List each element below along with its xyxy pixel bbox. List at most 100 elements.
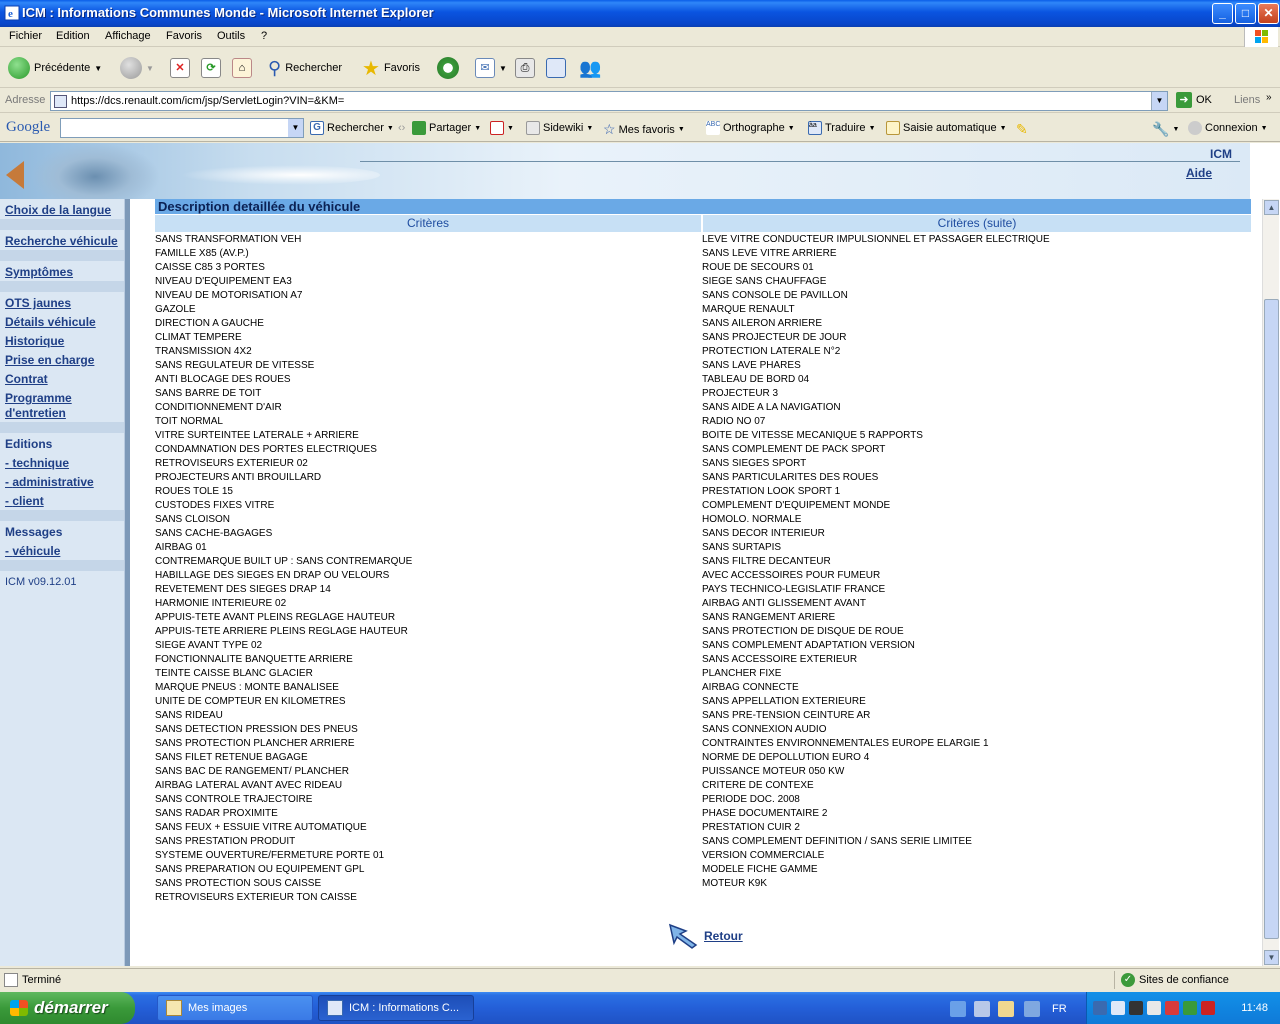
popup-blocker-button[interactable]: ▼ bbox=[490, 121, 514, 135]
minimize-button[interactable]: _ bbox=[1212, 3, 1233, 24]
tray-icon[interactable] bbox=[1129, 1001, 1143, 1015]
back-button[interactable]: Précédente ▼ bbox=[8, 56, 102, 80]
start-label: démarrer bbox=[34, 998, 108, 1017]
links-toolbar[interactable]: Liens bbox=[1234, 94, 1260, 106]
ati-icon[interactable] bbox=[1201, 1001, 1215, 1015]
settings-button[interactable]: 🔧 ▼ bbox=[1152, 121, 1179, 138]
antivirus-icon[interactable] bbox=[1165, 1001, 1179, 1015]
criteria-item: SANS RADAR PROXIMITE bbox=[155, 808, 278, 819]
toolbar-separator: ‹› bbox=[398, 122, 406, 134]
sidebar-item-vehicle-details[interactable]: Détails véhicule bbox=[5, 315, 96, 330]
tray-icon[interactable] bbox=[1111, 1001, 1125, 1015]
sidebar-item-maintenance[interactable]: Programme d'entretien bbox=[5, 391, 72, 421]
bookmarks-button[interactable]: ☆ Mes favoris ▼ bbox=[603, 121, 685, 138]
criteria-item: SANS DECOR INTERIEUR bbox=[702, 528, 825, 539]
menu-edition[interactable]: Edition bbox=[56, 30, 90, 42]
quicklaunch-icon[interactable] bbox=[974, 1001, 990, 1017]
criteria-item: VERSION COMMERCIALE bbox=[702, 850, 825, 861]
criteria-item: HOMOLO. NORMALE bbox=[702, 514, 802, 525]
maximize-button[interactable]: □ bbox=[1235, 3, 1256, 24]
sidebar-item-administrative[interactable]: - administrative bbox=[5, 475, 94, 490]
criteria-item: RETROVISEURS EXTERIEUR 02 bbox=[155, 458, 308, 469]
print-button[interactable]: ⎙ bbox=[515, 56, 535, 80]
refresh-button[interactable]: ⟳ bbox=[201, 56, 221, 80]
network-icon[interactable] bbox=[1093, 1001, 1107, 1015]
sidebar-item-contract[interactable]: Contrat bbox=[5, 372, 48, 387]
spellcheck-button[interactable]: ABC Orthographe ▼ bbox=[706, 121, 795, 135]
back-arrow-icon[interactable] bbox=[6, 161, 24, 189]
forward-button[interactable]: ▼ bbox=[120, 56, 154, 80]
wrench-icon: 🔧 bbox=[1152, 121, 1170, 137]
security-zone[interactable]: ✓ Sites de confiance bbox=[1114, 971, 1278, 989]
chevron-down-icon[interactable]: ▼ bbox=[1151, 92, 1167, 110]
criteria-item: PROJECTEURS ANTI BROUILLARD bbox=[155, 472, 322, 483]
share-label: Partager bbox=[429, 122, 472, 134]
menu-fichier[interactable]: Fichier bbox=[9, 30, 42, 42]
edit-button[interactable] bbox=[546, 56, 566, 80]
tray-icon[interactable] bbox=[1183, 1001, 1197, 1015]
sidewiki-button[interactable]: Sidewiki ▼ bbox=[526, 121, 593, 135]
sidebar-divider bbox=[0, 250, 124, 261]
share-button[interactable]: Partager ▼ bbox=[412, 121, 481, 135]
menu-affichage[interactable]: Affichage bbox=[105, 30, 151, 42]
sidebar-item-symptoms[interactable]: Symptômes bbox=[5, 265, 73, 280]
sidebar-item-technique[interactable]: - technique bbox=[5, 456, 69, 471]
highlight-button[interactable]: ✎ bbox=[1016, 121, 1028, 138]
google-search-button[interactable]: G Rechercher ▼ bbox=[310, 121, 394, 135]
sidebar-item-vehicle-search[interactable]: Recherche véhicule bbox=[5, 234, 118, 249]
sidebar-item-label: administrative bbox=[12, 475, 94, 489]
menu-outils[interactable]: Outils bbox=[217, 30, 245, 42]
sidebar-item-client[interactable]: - client bbox=[5, 494, 44, 509]
chevron-down-icon: ▼ bbox=[146, 63, 154, 73]
popup-blocker-icon bbox=[490, 121, 504, 135]
volume-icon[interactable] bbox=[1147, 1001, 1161, 1015]
messenger-button[interactable]: 👥 bbox=[579, 56, 601, 80]
language-indicator[interactable]: FR bbox=[1052, 1003, 1067, 1015]
sidebar-item-coverage[interactable]: Prise en charge bbox=[5, 353, 94, 368]
quicklaunch-icon[interactable] bbox=[950, 1001, 966, 1017]
criteria-item: FAMILLE X85 (AV.P.) bbox=[155, 248, 249, 259]
scroll-down-icon[interactable]: ▼ bbox=[1264, 950, 1279, 965]
history-button[interactable] bbox=[437, 56, 459, 80]
sign-in-button[interactable]: Connexion ▼ bbox=[1188, 121, 1268, 135]
mail-button[interactable]: ✉ ▼ bbox=[475, 56, 507, 80]
web-page: ICM Aide Choix de la langue Recherche vé… bbox=[0, 143, 1280, 966]
scroll-up-icon[interactable]: ▲ bbox=[1264, 200, 1279, 215]
chevron-right-icon[interactable]: » bbox=[1266, 92, 1272, 103]
autofill-label: Saisie automatique bbox=[903, 122, 997, 134]
help-link[interactable]: Aide bbox=[1186, 166, 1212, 180]
quicklaunch-icon[interactable] bbox=[1024, 1001, 1040, 1017]
stop-button[interactable]: ✕ bbox=[170, 56, 190, 80]
address-input[interactable]: https://dcs.renault.com/icm/jsp/ServletL… bbox=[50, 91, 1168, 111]
search-button[interactable]: ⚲ Rechercher bbox=[268, 56, 342, 80]
sidebar-item-vehicle-messages[interactable]: - véhicule bbox=[5, 544, 60, 559]
taskbar-item-images[interactable]: Mes images bbox=[157, 995, 313, 1021]
sidebar-item-language[interactable]: Choix de la langue bbox=[5, 203, 111, 218]
scroll-thumb[interactable] bbox=[1264, 299, 1279, 939]
chevron-down-icon[interactable]: ▼ bbox=[288, 119, 303, 137]
criteria-item: HABILLAGE DES SIEGES EN DRAP OU VELOURS bbox=[155, 570, 390, 581]
taskbar-item-icm[interactable]: ICM : Informations C... bbox=[318, 995, 474, 1021]
home-button[interactable]: ⌂ bbox=[232, 56, 252, 80]
start-button[interactable]: démarrer bbox=[0, 992, 135, 1024]
menu-favoris[interactable]: Favoris bbox=[166, 30, 202, 42]
google-search-input[interactable]: ▼ bbox=[60, 118, 304, 138]
go-button[interactable]: ➜ OK bbox=[1176, 92, 1212, 108]
banner-decoration bbox=[30, 143, 160, 199]
translate-label: Traduire bbox=[825, 122, 866, 134]
menu-help[interactable]: ? bbox=[261, 30, 267, 42]
autofill-button[interactable]: Saisie automatique ▼ bbox=[886, 121, 1007, 135]
criteria-item: SANS RIDEAU bbox=[155, 710, 223, 721]
sidebar-item-ots[interactable]: OTS jaunes bbox=[5, 296, 71, 311]
translate-button[interactable]: àa Traduire ▼ bbox=[808, 121, 876, 135]
vertical-scrollbar[interactable]: ▲ ▼ bbox=[1262, 199, 1279, 966]
criteria-item: NIVEAU DE MOTORISATION A7 bbox=[155, 290, 303, 301]
quicklaunch-icon[interactable] bbox=[998, 1001, 1014, 1017]
back-link[interactable]: Retour bbox=[668, 923, 743, 949]
criteria-item: SANS PROTECTION PLANCHER ARRIERE bbox=[155, 738, 355, 749]
chevron-down-icon: ▼ bbox=[499, 63, 507, 73]
criteria-item: AIRBAG LATERAL AVANT AVEC RIDEAU bbox=[155, 780, 343, 791]
sidebar-item-history[interactable]: Historique bbox=[5, 334, 64, 349]
favorites-button[interactable]: ★ Favoris bbox=[362, 56, 420, 80]
close-button[interactable]: ✕ bbox=[1258, 3, 1279, 24]
